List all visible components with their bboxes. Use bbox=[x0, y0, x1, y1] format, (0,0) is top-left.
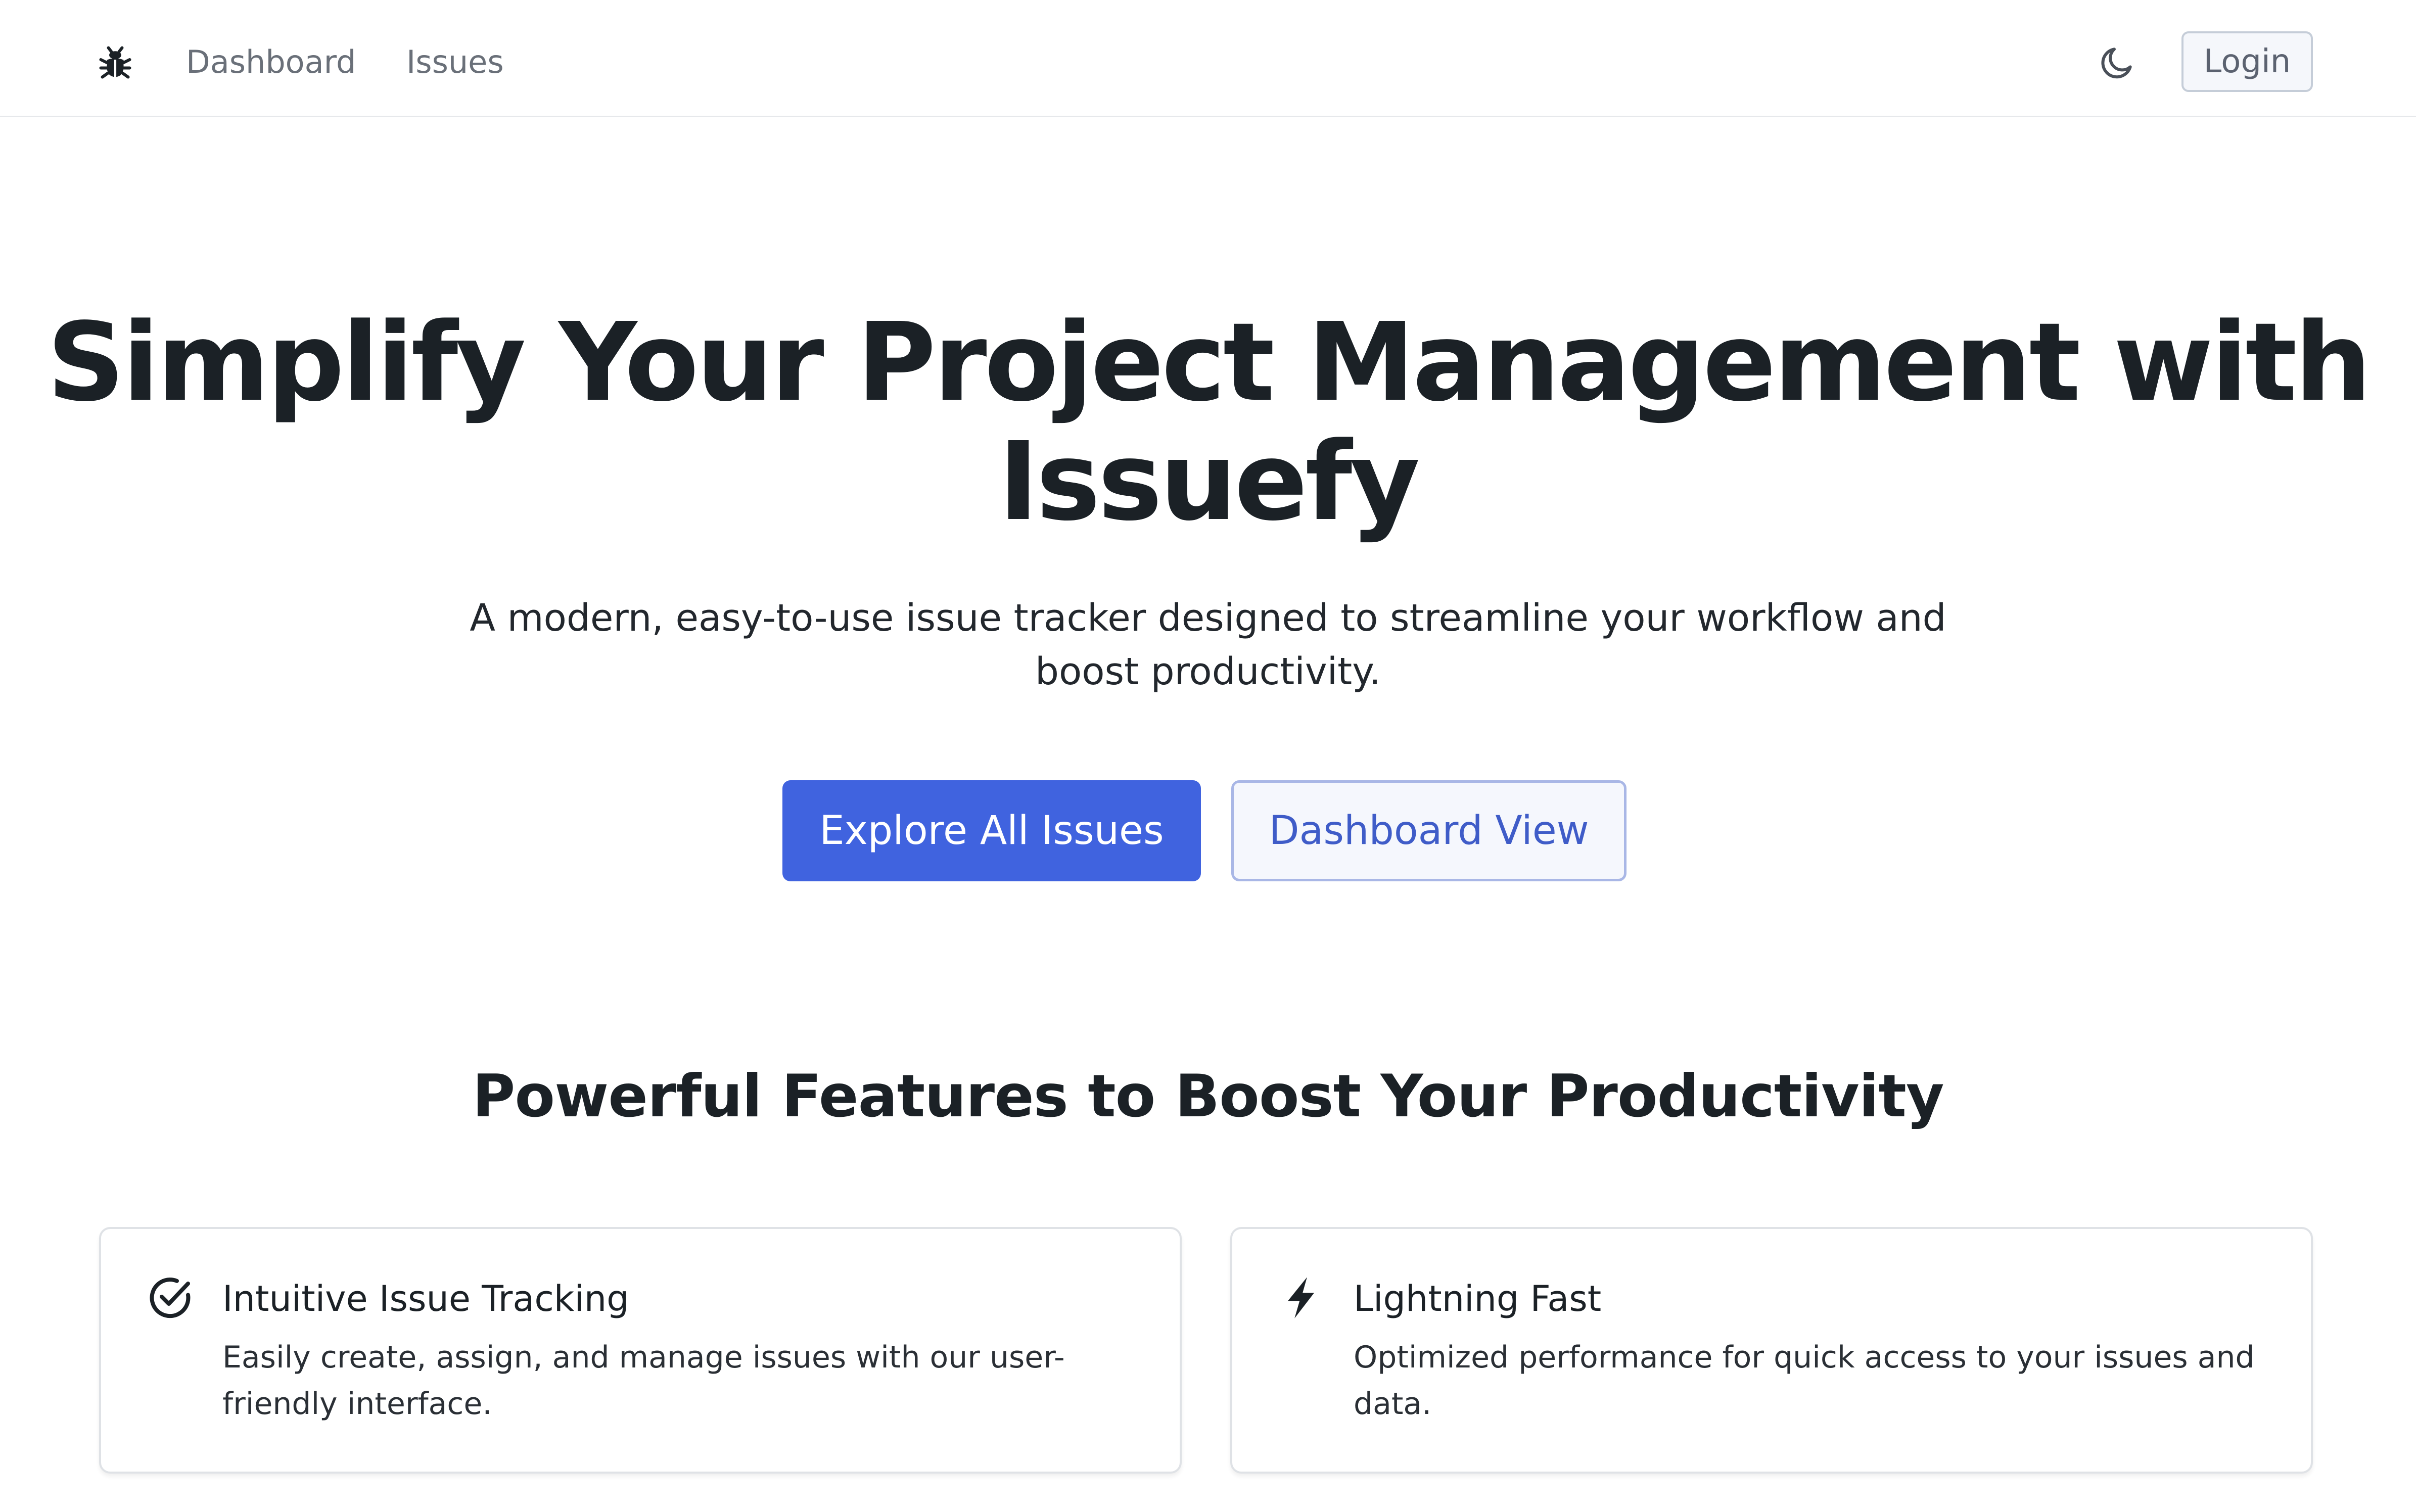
feature-card-lightning-fast: Lightning Fast Optimized performance for… bbox=[1230, 1227, 2313, 1474]
feature-card-title: Intuitive Issue Tracking bbox=[222, 1278, 629, 1319]
lightning-icon bbox=[1288, 1277, 1314, 1318]
theme-toggle-button[interactable] bbox=[2097, 42, 2137, 83]
feature-card-issue-tracking: Intuitive Issue Tracking Easily create, … bbox=[99, 1227, 1182, 1474]
dashboard-view-button[interactable]: Dashboard View bbox=[1231, 780, 1627, 881]
top-navbar: Dashboard Issues Login bbox=[0, 0, 2416, 117]
moon-icon bbox=[2101, 48, 2132, 79]
features-heading: Powerful Features to Boost Your Producti… bbox=[472, 1062, 1944, 1130]
hero-subtitle: A modern, easy-to-use issue tracker desi… bbox=[470, 596, 1946, 693]
feature-card-description: Optimized performance for quick access t… bbox=[1354, 1340, 2255, 1422]
nav-link-issues[interactable]: Issues bbox=[406, 39, 504, 85]
feature-card-title: Lightning Fast bbox=[1354, 1278, 1602, 1319]
nav-link-dashboard[interactable]: Dashboard bbox=[186, 39, 356, 85]
hero-title: Simplify Your Project Management with Is… bbox=[47, 300, 2372, 545]
check-circle-icon bbox=[150, 1278, 191, 1318]
explore-all-issues-button[interactable]: Explore All Issues bbox=[782, 780, 1201, 881]
login-button[interactable]: Login bbox=[2181, 31, 2313, 92]
bug-icon[interactable] bbox=[97, 44, 133, 81]
feature-card-description: Easily create, assign, and manage issues… bbox=[222, 1340, 1065, 1422]
